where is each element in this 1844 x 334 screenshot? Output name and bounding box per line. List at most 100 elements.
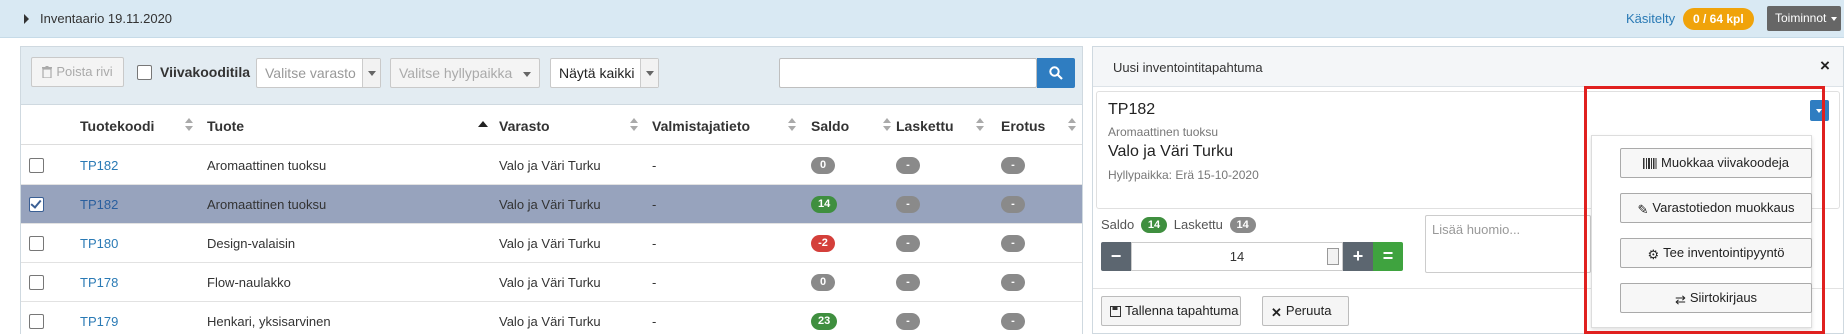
decrement-button[interactable]: − [1101, 242, 1131, 271]
search-icon [1049, 66, 1063, 80]
row-saldo-badge: 0 [811, 157, 835, 174]
col-header-product[interactable]: Tuote [207, 118, 244, 134]
save-icon [1110, 306, 1121, 317]
save-event-label: Tallenna tapahtuma [1125, 303, 1239, 318]
spinner-arrows-icon[interactable] [1327, 248, 1339, 265]
counted-badge: 14 [1229, 217, 1256, 233]
row-manufacturer: - [652, 314, 657, 329]
row-manufacturer: - [652, 158, 657, 173]
row-diff-badge: - [1001, 196, 1025, 213]
row-counted-badge: - [896, 157, 920, 174]
shelf-select[interactable]: Valitse hyllypaikka [390, 58, 540, 88]
sort-ascending-icon[interactable] [478, 121, 488, 127]
row-code-link[interactable]: TP182 [80, 158, 118, 173]
save-event-button[interactable]: Tallenna tapahtuma [1101, 296, 1241, 326]
row-warehouse: Valo ja Väri Turku [499, 275, 601, 290]
row-diff-badge: - [1001, 313, 1025, 330]
delete-row-button[interactable]: Poista rivi [31, 57, 124, 87]
col-header-manufacturer[interactable]: Valmistajatieto [652, 118, 750, 134]
row-diff-badge: - [1001, 157, 1025, 174]
table-row[interactable]: TP180 Design-valaisin Valo ja Väri Turku… [21, 224, 1082, 263]
col-header-warehouse[interactable]: Varasto [499, 118, 550, 134]
increment-button[interactable]: + [1343, 242, 1373, 271]
table-header: Tuotekoodi Tuote Varasto Valmistajatieto… [21, 106, 1082, 145]
row-saldo-badge: 14 [811, 196, 838, 213]
row-product: Flow-naulakko [207, 275, 291, 290]
search-input[interactable] [779, 58, 1037, 88]
row-product: Aromaattinen tuoksu [207, 158, 327, 173]
processed-label: Käsitelty [1626, 11, 1676, 26]
sort-icon[interactable] [883, 118, 891, 132]
show-filter-select[interactable]: Näytä kaikki [550, 58, 659, 88]
col-header-code[interactable]: Tuotekoodi [80, 118, 154, 134]
col-header-saldo[interactable]: Saldo [811, 118, 849, 134]
note-textarea[interactable]: Lisää huomio... [1425, 215, 1591, 273]
row-counted-badge: - [896, 274, 920, 291]
chevron-down-icon [1831, 17, 1837, 21]
col-header-diff[interactable]: Erotus [1001, 118, 1045, 134]
barcode-mode-label: Viivakooditila [160, 64, 250, 80]
product-warehouse: Valo ja Väri Turku [1108, 143, 1234, 160]
sort-icon[interactable] [630, 118, 638, 132]
sort-icon[interactable] [1068, 118, 1076, 132]
table-toolbar: Poista rivi Viivakooditila Valitse varas… [21, 47, 1082, 105]
search-button[interactable] [1037, 58, 1075, 88]
check-icon [30, 197, 42, 209]
table-row[interactable]: TP182 Aromaattinen tuoksu Valo ja Väri T… [21, 146, 1082, 185]
product-name: Aromaattinen tuoksu [1108, 125, 1219, 139]
row-manufacturer: - [652, 236, 657, 251]
table-row-selected[interactable]: TP182 Aromaattinen tuoksu Valo ja Väri T… [21, 185, 1082, 224]
table-row[interactable]: TP178 Flow-naulakko Valo ja Väri Turku -… [21, 263, 1082, 302]
row-code-link[interactable]: TP180 [80, 236, 118, 251]
actions-label: Toiminnot [1775, 11, 1827, 25]
actions-dropdown-button[interactable]: Toiminnot [1767, 6, 1841, 31]
row-checkbox[interactable] [29, 236, 44, 251]
row-saldo-badge: 23 [811, 313, 838, 330]
row-diff-badge: - [1001, 235, 1025, 252]
row-diff-badge: - [1001, 274, 1025, 291]
shelf-select-label: Valitse hyllypaikka [399, 65, 513, 81]
trash-icon [42, 66, 53, 78]
chevron-down-icon [640, 59, 658, 87]
table-row[interactable]: TP179 Henkari, yksisarvinen Valo ja Väri… [21, 302, 1082, 334]
row-counted-badge: - [896, 235, 920, 252]
chevron-down-icon [362, 59, 380, 87]
sort-icon[interactable] [976, 118, 984, 132]
top-bar: Inventaario 19.11.2020 Käsitelty 0 / 64 … [0, 0, 1844, 38]
saldo-summary: Saldo 14 Laskettu 14 [1101, 217, 1259, 233]
counted-label: Laskettu [1173, 217, 1223, 232]
row-product: Design-valaisin [207, 236, 296, 251]
row-warehouse: Valo ja Väri Turku [499, 197, 601, 212]
row-checkbox[interactable] [29, 275, 44, 290]
row-code-link[interactable]: TP178 [80, 275, 118, 290]
barcode-mode-checkbox[interactable] [137, 65, 152, 80]
row-code-link[interactable]: TP179 [80, 314, 118, 329]
saldo-badge: 14 [1140, 217, 1168, 233]
panel-title: Uusi inventointitapahtuma [1113, 60, 1263, 75]
product-shelf: Hyllypaikka: Erä 15-10-2020 [1108, 168, 1259, 182]
row-manufacturer: - [652, 275, 657, 290]
col-header-counted[interactable]: Laskettu [896, 118, 954, 134]
cancel-button[interactable]: ✕ Peruuta [1262, 296, 1349, 326]
row-code-link[interactable]: TP182 [80, 197, 118, 212]
row-saldo-badge: 0 [811, 274, 835, 291]
show-filter-label: Näytä kaikki [559, 65, 635, 81]
row-saldo-badge: -2 [811, 235, 835, 252]
row-checkbox[interactable] [29, 158, 44, 173]
quantity-input[interactable]: 14 [1131, 242, 1343, 271]
row-checkbox-checked[interactable] [29, 197, 44, 212]
row-checkbox[interactable] [29, 314, 44, 329]
inventory-title[interactable]: Inventaario 19.11.2020 [40, 11, 172, 26]
close-icon: ✕ [1271, 305, 1282, 320]
close-icon[interactable]: × [1820, 56, 1830, 76]
warehouse-select[interactable]: Valitse varasto [256, 58, 381, 88]
product-code: TP182 [1108, 101, 1156, 118]
expand-caret-icon[interactable] [24, 14, 29, 24]
row-counted-badge: - [896, 196, 920, 213]
sort-icon[interactable] [185, 118, 193, 132]
row-warehouse: Valo ja Väri Turku [499, 158, 601, 173]
set-equal-button[interactable]: = [1373, 242, 1403, 271]
inventory-table-panel: Poista rivi Viivakooditila Valitse varas… [20, 46, 1083, 334]
cancel-label: Peruuta [1285, 303, 1332, 318]
sort-icon[interactable] [788, 118, 796, 132]
